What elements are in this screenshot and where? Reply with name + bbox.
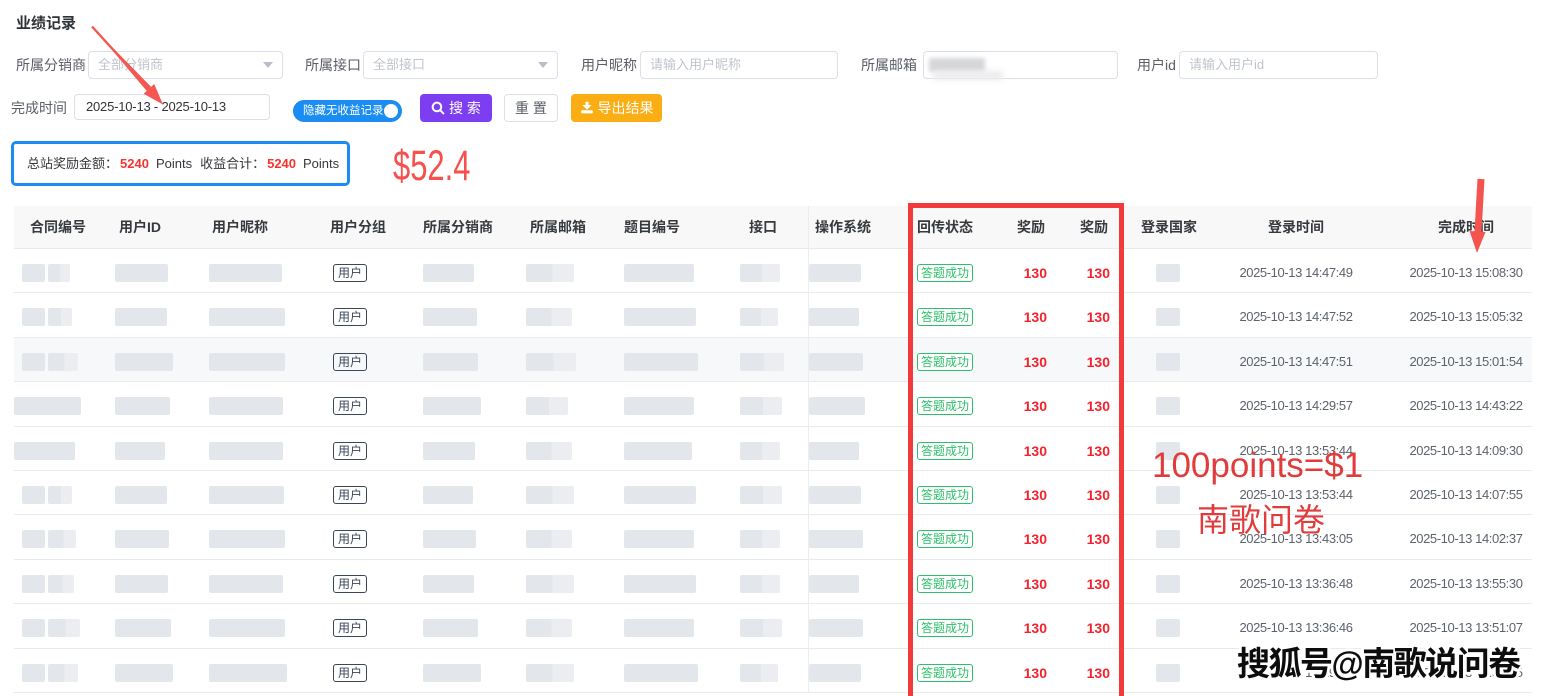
svg-text:搜狐号@南歌说问卷: 搜狐号@南歌说问卷 bbox=[1237, 645, 1521, 682]
